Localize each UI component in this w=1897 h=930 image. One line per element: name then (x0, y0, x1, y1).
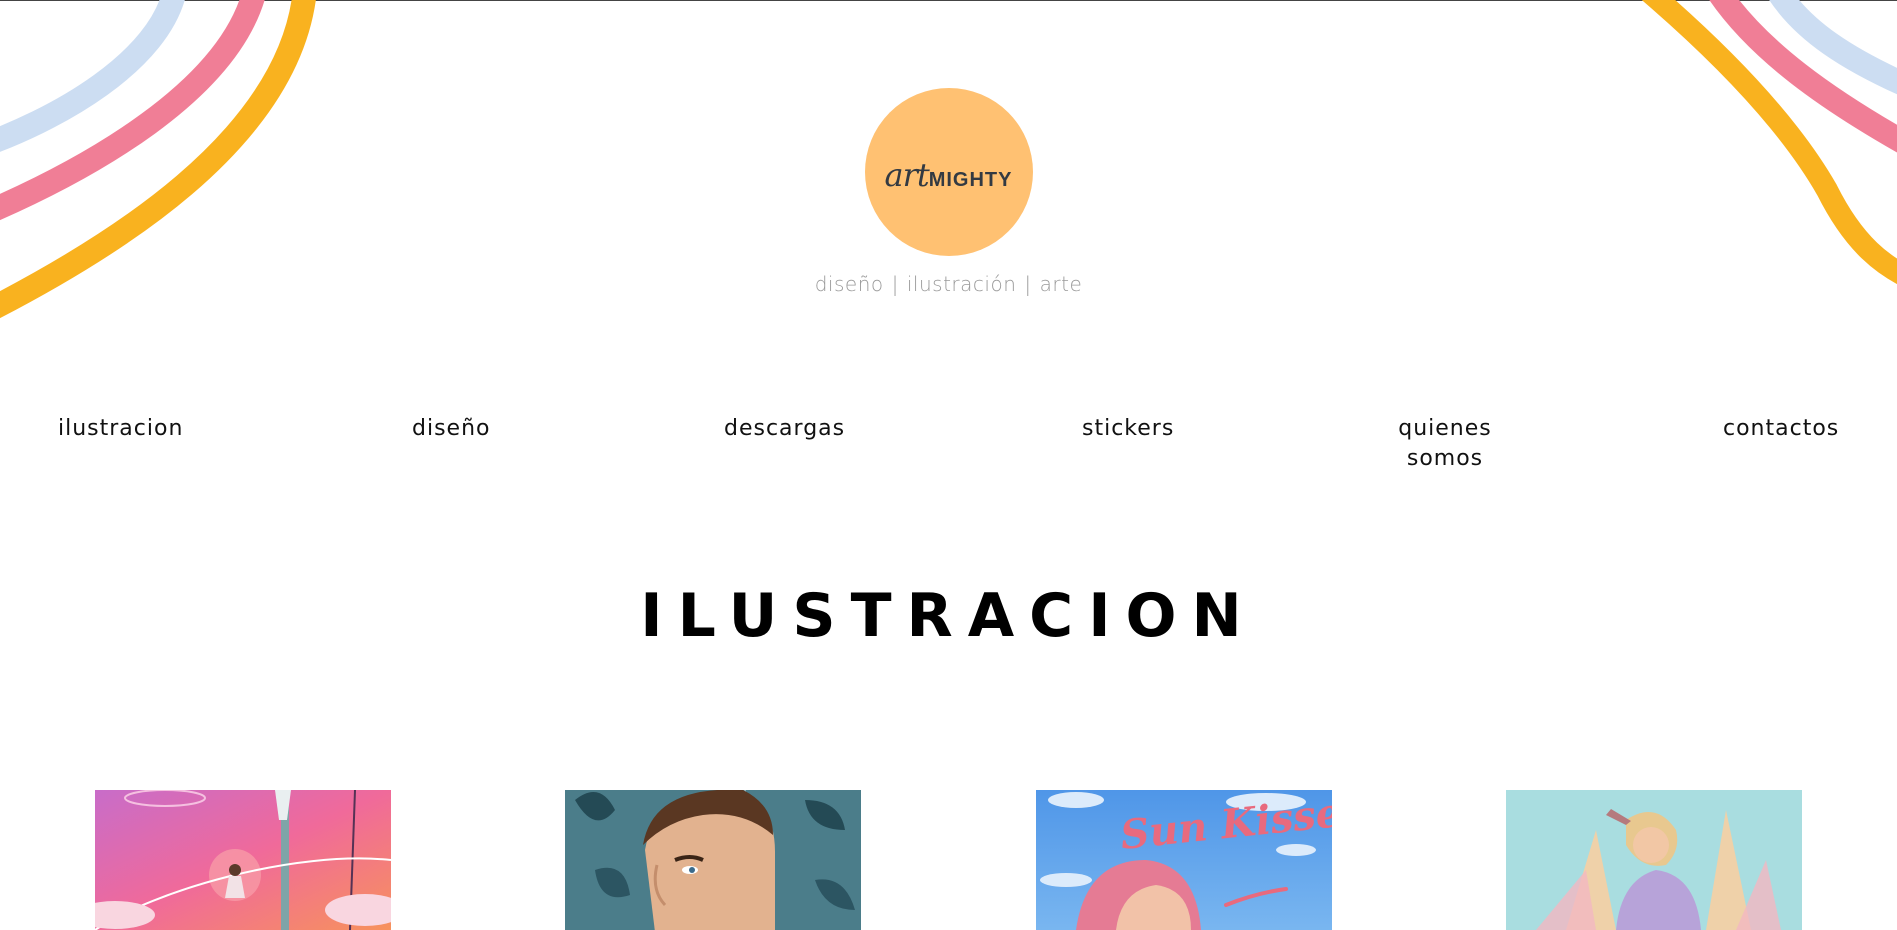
illustration-image (95, 790, 391, 930)
main-nav: ilustracion diseño descargas stickers qu… (0, 414, 1897, 474)
nav-link-label: somos (1406, 446, 1484, 471)
nav-link-descargas[interactable]: descargas (724, 414, 845, 444)
nav-link-label: ilustracion (58, 416, 184, 441)
illustration-gallery: Sun Kissed (0, 790, 1897, 930)
tagline-item: ilustración (906, 272, 1017, 296)
nav-link-ilustracion[interactable]: ilustracion (58, 414, 183, 444)
tagline-item: arte (1039, 272, 1083, 296)
nav-link-stickers[interactable]: stickers (1082, 414, 1174, 444)
illustration-image (565, 790, 861, 930)
illustration-image (1506, 790, 1802, 930)
nav-link-contactos[interactable]: contactos (1723, 414, 1839, 444)
tagline-divider: | (1024, 272, 1032, 296)
nav-link-label: descargas (724, 416, 846, 441)
nav-link-label: quienes (1398, 416, 1492, 441)
logo-tagline: diseño | ilustración | arte (0, 272, 1897, 296)
gallery-item-girl-swing[interactable] (95, 790, 391, 930)
site-logo[interactable]: artMIGHTY diseño | ilustración | arte (0, 88, 1897, 296)
logo-wordmark: artMIGHTY (865, 156, 1033, 194)
logo-circle[interactable]: artMIGHTY (864, 88, 1033, 256)
nav-link-label: contactos (1723, 416, 1840, 441)
nav-link-quienes-somos[interactable]: quienes somos (1395, 414, 1495, 474)
gallery-item-girl-purple[interactable] (1506, 790, 1802, 930)
gallery-item-man-portrait[interactable] (565, 790, 861, 930)
nav-link-label: stickers (1082, 416, 1175, 441)
tagline-item: diseño (814, 272, 884, 296)
illustration-image: Sun Kissed (1036, 790, 1332, 930)
section-title: ILUSTRACION (640, 581, 1257, 651)
tagline-divider: | (891, 272, 899, 296)
logo-script: art (884, 156, 929, 194)
logo-bold: MIGHTY (928, 169, 1013, 191)
nav-link-diseno[interactable]: diseño (412, 414, 490, 444)
gallery-item-sun-kissed[interactable]: Sun Kissed (1036, 790, 1332, 930)
nav-link-label: diseño (412, 416, 491, 441)
